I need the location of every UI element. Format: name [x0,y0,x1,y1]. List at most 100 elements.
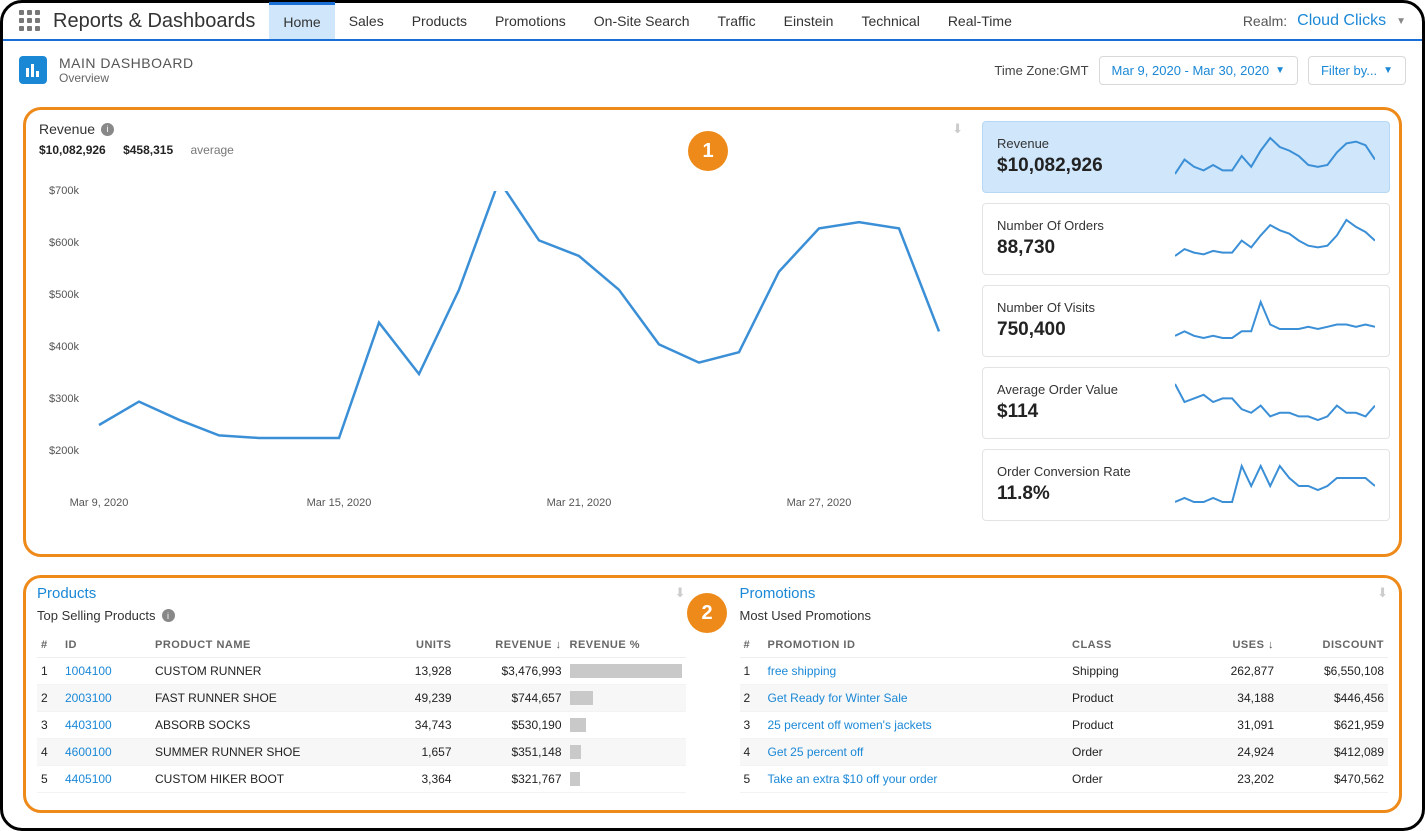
tab-home[interactable]: Home [269,2,334,39]
promotions-title[interactable]: Promotions [740,585,816,602]
cell-id[interactable]: 2003100 [61,685,151,712]
chart-total: $10,082,926 [39,143,106,157]
cell-promo-id[interactable]: free shipping [764,658,1069,685]
metric-value: $10,082,926 [997,155,1103,177]
cell-num: 1 [37,658,61,685]
cell-class: Order [1068,739,1178,766]
col-number[interactable]: # [37,633,61,658]
promotions-table: # PROMOTION ID CLASS USES ↓ DISCOUNT 1fr… [740,633,1389,793]
tab-sales[interactable]: Sales [335,3,398,39]
col-pct[interactable]: REVENUE % [566,633,686,658]
filter-label: Filter by... [1321,63,1377,78]
x-axis-tick: Mar 27, 2020 [787,497,852,509]
cell-promo-id[interactable]: Take an extra $10 off your order [764,766,1069,793]
chevron-down-icon: ▼ [1383,65,1393,76]
tab-promotions[interactable]: Promotions [481,3,580,39]
download-icon[interactable]: ⬇ [952,121,963,137]
cell-num: 4 [37,739,61,766]
revenue-line-chart[interactable]: $200k$300k$400k$500k$600k$700kMar 9, 202… [49,191,949,491]
date-range-button[interactable]: Mar 9, 2020 - Mar 30, 2020 ▼ [1099,56,1298,85]
cell-id[interactable]: 4600100 [61,739,151,766]
promotions-subtitle: Most Used Promotions [740,608,1389,623]
tab-technical[interactable]: Technical [847,3,933,39]
revenue-chart-card: Revenue i $10,082,926 $458,315 average ⬇… [39,121,969,541]
cell-id[interactable]: 4403100 [61,712,151,739]
col-units[interactable]: UNITS [386,633,456,658]
filter-by-button[interactable]: Filter by... ▼ [1308,56,1406,85]
download-icon[interactable]: ⬇ [675,585,686,602]
metric-card-number-of-visits[interactable]: Number Of Visits750,400 [982,285,1390,357]
cell-revenue: $744,657 [456,685,566,712]
cell-revenue-pct [566,658,686,685]
cell-num: 5 [37,766,61,793]
cell-class: Product [1068,685,1178,712]
tab-traffic[interactable]: Traffic [704,3,770,39]
sort-desc-icon: ↓ [556,639,562,651]
cell-discount: $412,089 [1278,739,1388,766]
cell-num: 1 [740,658,764,685]
col-discount[interactable]: DISCOUNT [1278,633,1388,658]
products-table: # ID PRODUCT NAME UNITS REVENUE ↓ REVENU… [37,633,686,793]
col-promo-id[interactable]: PROMOTION ID [764,633,1069,658]
branding-title: Reports & Dashboards [53,10,255,33]
cell-promo-id[interactable]: Get Ready for Winter Sale [764,685,1069,712]
table-row: 11004100CUSTOM RUNNER13,928$3,476,993 [37,658,686,685]
metric-label: Revenue [997,136,1103,151]
col-uses[interactable]: USES ↓ [1178,633,1278,658]
table-row: 5Take an extra $10 off your orderOrder23… [740,766,1389,793]
table-row: 34403100ABSORB SOCKS34,743$530,190 [37,712,686,739]
tab-on-site-search[interactable]: On-Site Search [580,3,704,39]
metric-card-number-of-orders[interactable]: Number Of Orders88,730 [982,203,1390,275]
cell-num: 3 [37,712,61,739]
cell-num: 5 [740,766,764,793]
metric-card-average-order-value[interactable]: Average Order Value$114 [982,367,1390,439]
cell-class: Product [1068,712,1178,739]
metric-label: Number Of Orders [997,218,1104,233]
realm-selector[interactable]: Realm: Cloud Clicks ▼ [1243,12,1412,30]
tab-real-time[interactable]: Real-Time [934,3,1026,39]
col-id[interactable]: ID [61,633,151,658]
metric-card-order-conversion-rate[interactable]: Order Conversion Rate11.8% [982,449,1390,521]
col-class[interactable]: CLASS [1068,633,1178,658]
tab-einstein[interactable]: Einstein [770,3,848,39]
cell-uses: 31,091 [1178,712,1278,739]
cell-promo-id[interactable]: 25 percent off women's jackets [764,712,1069,739]
annotation-number-1: 1 [688,131,728,171]
cell-id[interactable]: 1004100 [61,658,151,685]
chart-average: $458,315 [123,143,173,157]
x-axis-tick: Mar 15, 2020 [307,497,372,509]
cell-id[interactable]: 4405100 [61,766,151,793]
tab-products[interactable]: Products [398,3,481,39]
header-controls: Time Zone:GMT Mar 9, 2020 - Mar 30, 2020… [994,56,1406,85]
metric-cards-column: Revenue $10,082,926 Number Of Orders88,730… [982,121,1390,531]
sparkline [1175,296,1375,344]
table-row: 22003100FAST RUNNER SHOE49,239$744,657 [37,685,686,712]
cell-revenue: $3,476,993 [456,658,566,685]
col-name[interactable]: PRODUCT NAME [151,633,386,658]
cell-num: 4 [740,739,764,766]
col-number[interactable]: # [740,633,764,658]
metric-value: 11.8% [997,483,1131,505]
cell-num: 2 [37,685,61,712]
sparkline [1175,132,1375,180]
cell-units: 49,239 [386,685,456,712]
info-icon[interactable]: i [162,609,175,622]
top-bar: Reports & Dashboards HomeSalesProductsPr… [3,3,1422,41]
cell-promo-id[interactable]: Get 25 percent off [764,739,1069,766]
products-card: Products ⬇ Top Selling Products i # ID P… [23,575,700,813]
metric-card-revenue[interactable]: Revenue $10,082,926 [982,121,1390,193]
download-icon[interactable]: ⬇ [1377,585,1388,602]
sort-desc-icon: ↓ [1268,639,1274,651]
realm-label: Realm: [1243,13,1287,29]
cell-name: CUSTOM HIKER BOOT [151,766,386,793]
products-title[interactable]: Products [37,585,96,602]
table-row: 44600100SUMMER RUNNER SHOE1,657$351,148 [37,739,686,766]
x-axis-tick: Mar 9, 2020 [70,497,129,509]
app-launcher-icon[interactable] [19,10,41,32]
table-row: 1free shippingShipping262,877$6,550,108 [740,658,1389,685]
col-revenue[interactable]: REVENUE ↓ [456,633,566,658]
cell-units: 1,657 [386,739,456,766]
info-icon[interactable]: i [101,123,114,136]
timezone: Time Zone:GMT [994,63,1088,78]
table-row: 4Get 25 percent offOrder24,924$412,089 [740,739,1389,766]
